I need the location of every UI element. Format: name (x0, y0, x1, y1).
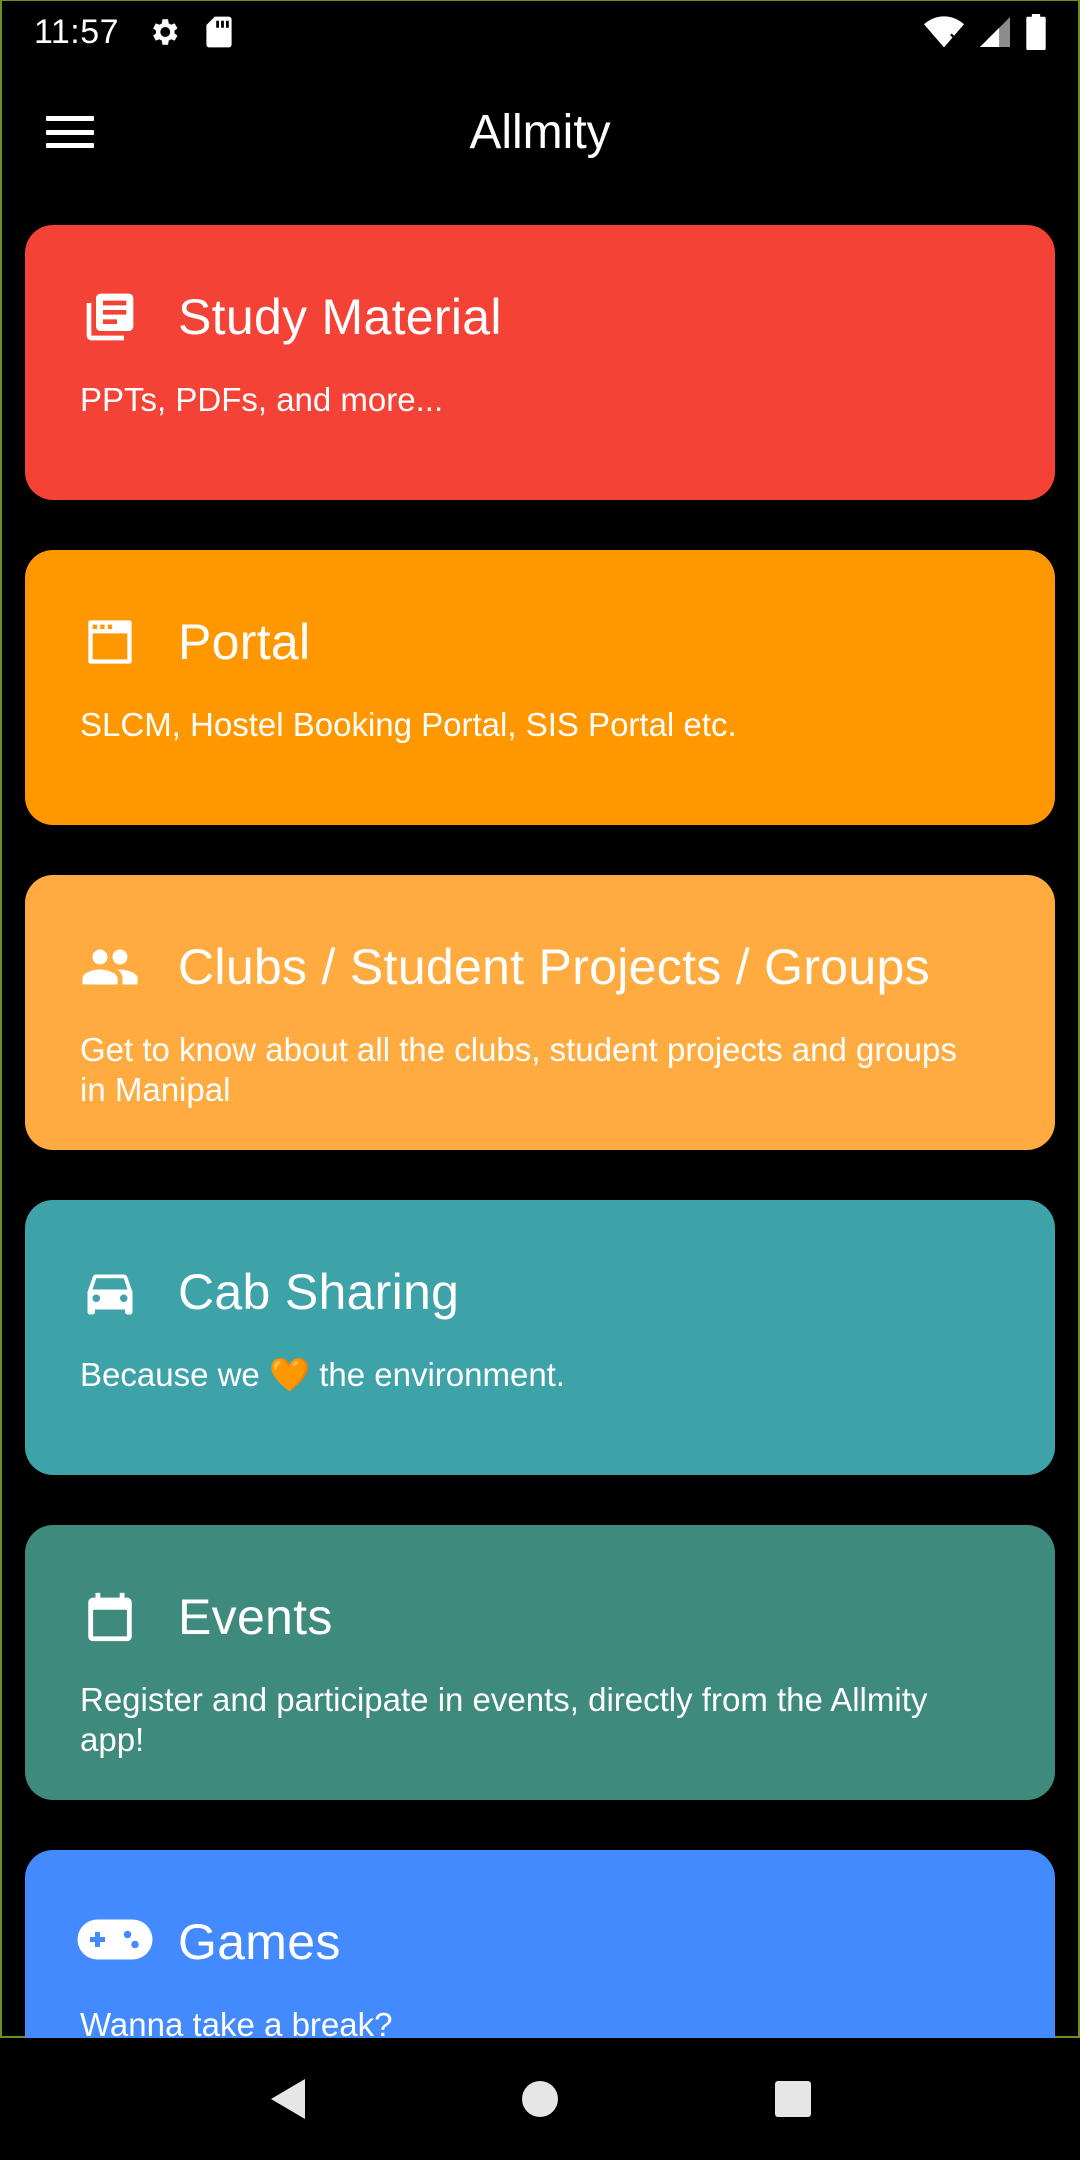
status-bar: 11:57 (0, 0, 1080, 64)
people-icon (80, 937, 140, 997)
gear-icon (147, 15, 181, 49)
hamburger-menu-icon[interactable] (42, 108, 98, 156)
card-clubs[interactable]: Clubs / Student Projects / Groups Get to… (25, 875, 1055, 1150)
home-circle-icon[interactable] (505, 2064, 575, 2134)
card-description: Get to know about all the clubs, student… (80, 1031, 957, 1108)
web-window-icon (80, 612, 140, 672)
card-description: SLCM, Hostel Booking Portal, SIS Portal … (80, 706, 737, 743)
gamepad-icon (76, 1912, 154, 1972)
recents-square-icon[interactable] (758, 2064, 828, 2134)
status-time: 11:57 (34, 12, 120, 51)
card-description: Register and participate in events, dire… (80, 1681, 928, 1758)
card-description: Wanna take a break? (80, 2006, 393, 2038)
feature-card-list: Study Material PPTs, PDFs, and more... P… (25, 225, 1055, 2038)
card-cab-sharing[interactable]: Cab Sharing Because we 🧡 the environment… (25, 1200, 1055, 1475)
battery-icon (1026, 14, 1046, 50)
card-title: Clubs / Student Projects / Groups (178, 939, 930, 995)
app-title: Allmity (469, 105, 611, 159)
library-books-icon (80, 287, 140, 347)
card-title: Games (178, 1914, 341, 1970)
card-title: Study Material (178, 289, 502, 345)
system-nav-bar (0, 2038, 1080, 2160)
card-study-material[interactable]: Study Material PPTs, PDFs, and more... (25, 225, 1055, 500)
calendar-icon (80, 1587, 140, 1647)
wifi-icon (924, 15, 964, 49)
card-events[interactable]: Events Register and participate in event… (25, 1525, 1055, 1800)
card-title: Portal (178, 614, 311, 670)
card-title: Cab Sharing (178, 1264, 460, 1320)
signal-icon (980, 17, 1010, 47)
card-description: Because we 🧡 the environment. (80, 1356, 566, 1393)
card-title: Events (178, 1589, 333, 1645)
card-description: PPTs, PDFs, and more... (80, 381, 444, 418)
card-games[interactable]: Games Wanna take a break? (25, 1850, 1055, 2038)
app-bar: Allmity (0, 64, 1080, 200)
car-icon (80, 1262, 140, 1322)
back-triangle-icon[interactable] (252, 2064, 322, 2134)
card-portal[interactable]: Portal SLCM, Hostel Booking Portal, SIS … (25, 550, 1055, 825)
sd-card-icon (205, 15, 233, 49)
